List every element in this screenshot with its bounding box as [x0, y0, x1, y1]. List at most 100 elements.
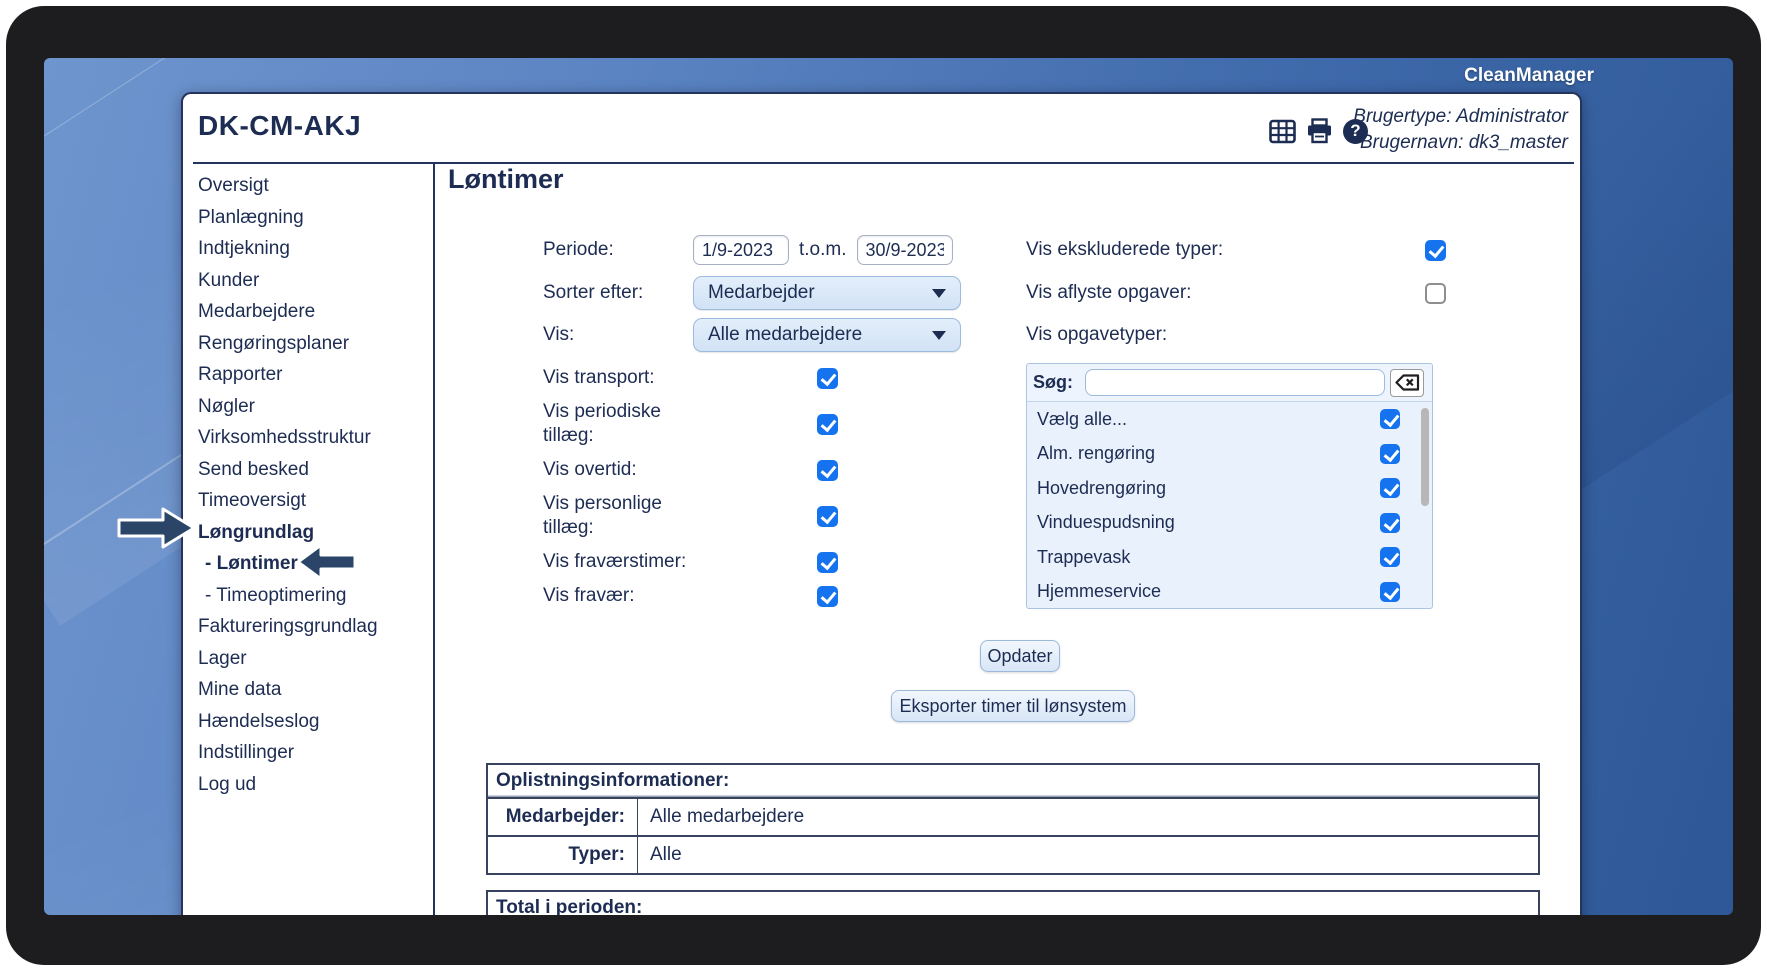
export-hours-button[interactable]: Eksporter timer til lønsystem: [891, 690, 1135, 722]
task-type-label: Hjemmeservice: [1037, 581, 1161, 602]
period-to-input[interactable]: [857, 235, 953, 265]
sort-row: Sorter efter: Medarbejder: [543, 276, 973, 310]
sidebar-item[interactable]: Send besked: [198, 454, 428, 486]
show-option-row: Vis overtid:: [543, 458, 973, 482]
sidebar-item[interactable]: Indstillinger: [198, 737, 428, 769]
show-option-label: Vis transport:: [543, 366, 693, 390]
brand-label: CleanManager: [1464, 65, 1594, 87]
show-dropdown[interactable]: Alle medarbejdere: [693, 318, 961, 352]
sidebar-item[interactable]: Rengøringsplaner: [198, 328, 428, 360]
desktop-wallpaper: CleanManager DK-CM-AKJ: [44, 58, 1733, 915]
task-type-checkbox[interactable]: [1380, 478, 1400, 498]
checkbox[interactable]: [817, 552, 838, 573]
excluded-types-row: Vis ekskluderede typer:: [1026, 234, 1450, 266]
checkbox[interactable]: [817, 414, 838, 435]
table-row: Typer: Alle: [488, 837, 1538, 873]
task-type-item[interactable]: Trappevask: [1027, 540, 1432, 575]
header-divider: [193, 162, 1574, 164]
table-row-value: Alle medarbejdere: [638, 799, 804, 835]
table-row-label: Typer:: [488, 837, 638, 873]
task-type-checkbox[interactable]: [1380, 444, 1400, 464]
page-title: DK-CM-AKJ: [198, 110, 361, 142]
checkbox[interactable]: [817, 506, 838, 527]
task-types-row: Vis opgavetyper:: [1026, 318, 1450, 352]
sidebar-item[interactable]: Rapporter: [198, 359, 428, 391]
checkbox[interactable]: [817, 586, 838, 607]
period-label: Periode:: [543, 238, 693, 262]
clear-search-button[interactable]: [1390, 369, 1424, 397]
filter-form-right: Vis ekskluderede typer: Vis aflyste opga…: [1026, 234, 1450, 609]
sort-dropdown-value: Medarbejder: [708, 282, 932, 304]
checkbox[interactable]: [817, 460, 838, 481]
total-table-header: Total i perioden:: [486, 890, 1540, 915]
sidebar-item[interactable]: Oversigt: [198, 170, 428, 202]
sidebar-item[interactable]: Medarbejdere: [198, 296, 428, 328]
sidebar-item[interactable]: Virksomhedsstruktur: [198, 422, 428, 454]
sidebar-item[interactable]: - Timeoptimering: [198, 580, 428, 612]
excluded-types-checkbox[interactable]: [1425, 240, 1446, 261]
task-type-checkbox[interactable]: [1380, 547, 1400, 567]
task-type-label: Vælg alle...: [1037, 409, 1127, 430]
show-option-row: Vis fraværstimer:: [543, 550, 973, 574]
task-types-label: Vis opgavetyper:: [1026, 324, 1167, 346]
sidebar-divider: [433, 162, 435, 915]
table-icon[interactable]: [1269, 119, 1296, 144]
sort-label: Sorter efter:: [543, 281, 693, 305]
task-types-panel: Søg: Vælg alle...: [1026, 363, 1433, 609]
cancelled-tasks-checkbox[interactable]: [1425, 283, 1446, 304]
task-type-checkbox[interactable]: [1380, 513, 1400, 533]
sidebar-item[interactable]: Planlægning: [198, 202, 428, 234]
backspace-icon: [1395, 374, 1420, 391]
task-type-item[interactable]: Vinduespudsning: [1027, 506, 1432, 541]
task-type-item[interactable]: Vælg alle...: [1027, 402, 1432, 437]
info-table: Oplistningsinformationer: Medarbejder: A…: [486, 763, 1540, 875]
task-type-checkbox[interactable]: [1380, 409, 1400, 429]
sidebar-item[interactable]: Indtjekning: [198, 233, 428, 265]
sort-dropdown[interactable]: Medarbejder: [693, 276, 961, 310]
show-dropdown-value: Alle medarbejdere: [708, 324, 932, 346]
table-row-label: Medarbejder:: [488, 799, 638, 835]
show-option-row: Vis periodiske tillæg:: [543, 400, 973, 448]
task-type-item[interactable]: Alm. rengøring: [1027, 437, 1432, 472]
period-from-input[interactable]: [693, 235, 789, 265]
update-button[interactable]: Opdater: [980, 640, 1060, 672]
sidebar-item[interactable]: Nøgler: [198, 391, 428, 423]
show-option-label: Vis fravær:: [543, 584, 693, 608]
info-table-body: Medarbejder: Alle medarbejdere Typer: Al…: [488, 799, 1538, 873]
app-window: DK-CM-AKJ: [181, 92, 1582, 915]
sidebar-item[interactable]: Kunder: [198, 265, 428, 297]
checkbox[interactable]: [817, 368, 838, 389]
task-type-checkbox[interactable]: [1380, 582, 1400, 602]
task-search-input[interactable]: [1085, 369, 1385, 396]
task-type-item[interactable]: Hjemmeservice: [1027, 575, 1432, 610]
task-type-item[interactable]: Hovedrengøring: [1027, 471, 1432, 506]
user-info: Brugertype: Administrator Brugernavn: dk…: [1353, 104, 1568, 156]
show-option-row: Vis transport:: [543, 366, 973, 390]
cancelled-tasks-row: Vis aflyste opgaver:: [1026, 276, 1450, 310]
content-heading: Løntimer: [448, 164, 564, 195]
show-option-row: Vis fravær:: [543, 584, 973, 608]
annotation-arrow-left-icon: [295, 542, 357, 582]
user-name-label: Brugernavn: dk3_master: [1353, 130, 1568, 156]
table-row-value: Alle: [638, 837, 682, 873]
show-option-label: Vis personlige tillæg:: [543, 492, 693, 540]
print-icon[interactable]: [1306, 118, 1333, 144]
sidebar-item[interactable]: Faktureringsgrundlag: [198, 611, 428, 643]
chevron-down-icon: [932, 289, 946, 298]
task-type-label: Alm. rengøring: [1037, 443, 1155, 464]
show-option-label: Vis periodiske tillæg:: [543, 400, 693, 448]
show-label: Vis:: [543, 323, 693, 347]
task-search-row: Søg:: [1027, 364, 1432, 402]
show-option-row: Vis personlige tillæg:: [543, 492, 973, 540]
sidebar-item[interactable]: Mine data: [198, 674, 428, 706]
cancelled-tasks-label: Vis aflyste opgaver:: [1026, 282, 1191, 304]
user-type-label: Brugertype: Administrator: [1353, 104, 1568, 130]
chevron-down-icon: [932, 331, 946, 340]
sidebar-item[interactable]: Log ud: [198, 769, 428, 801]
sidebar-nav: Oversigt Planlægning Indtjekning Kunder …: [198, 170, 428, 800]
scrollbar-thumb[interactable]: [1421, 408, 1429, 506]
sidebar-item[interactable]: Hændelseslog: [198, 706, 428, 738]
sidebar-item[interactable]: Lager: [198, 643, 428, 675]
task-type-label: Vinduespudsning: [1037, 512, 1175, 533]
sidebar-item[interactable]: Timeoversigt: [198, 485, 428, 517]
